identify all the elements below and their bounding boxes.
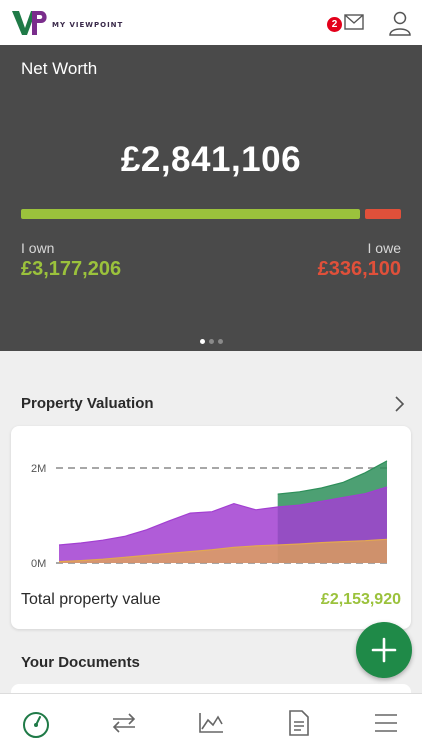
total-property-label: Total property value [21, 591, 161, 608]
owe-label: I owe [367, 240, 401, 256]
mail-count-badge: 2 [327, 17, 342, 32]
owe-value: £336,100 [317, 258, 401, 280]
chevron-right-icon[interactable] [394, 395, 406, 413]
property-valuation-card[interactable]: 2M 0M Total property value £2,153,920 [11, 426, 411, 629]
nav-dashboard[interactable] [21, 708, 51, 738]
own-value: £3,177,206 [21, 258, 122, 280]
net-worth-title: Net Worth [21, 59, 98, 78]
y-tick-label: 0M [31, 558, 46, 570]
own-bar [21, 209, 360, 219]
owe-bar [365, 209, 401, 219]
own-label: I own [21, 240, 55, 256]
nav-chart[interactable] [196, 708, 226, 738]
chart-series-group [58, 460, 388, 563]
nav-transfer[interactable] [109, 708, 139, 738]
logo[interactable]: MY VIEWPOINT [10, 8, 123, 38]
bottom-navigation [0, 693, 422, 750]
carousel-dot[interactable] [217, 339, 223, 344]
your-documents-title: Your Documents [21, 654, 140, 671]
top-bar: MY VIEWPOINT 2 [0, 0, 422, 45]
add-button[interactable] [356, 622, 412, 678]
carousel-dots[interactable] [0, 339, 422, 344]
y-tick-label: 2M [31, 463, 46, 475]
net-worth-panel[interactable]: Net Worth £2,841,106 I own £3,177,206 I … [0, 45, 422, 351]
total-property-value: £2,153,920 [320, 591, 401, 608]
carousel-dot[interactable] [208, 339, 214, 344]
carousel-dot[interactable] [199, 339, 205, 344]
dashboard-icon [23, 712, 49, 738]
plus-icon [371, 637, 397, 663]
profile-icon[interactable] [388, 10, 412, 36]
transfer-icon [112, 713, 136, 733]
mail-button[interactable]: 2 [326, 12, 366, 34]
property-valuation-title: Property Valuation [21, 395, 154, 412]
nav-documents[interactable] [284, 708, 314, 738]
property-chart: 2M 0M [31, 460, 391, 570]
logo-text: MY VIEWPOINT [52, 21, 124, 29]
nav-menu[interactable] [371, 708, 401, 738]
mail-icon [344, 14, 364, 30]
logo-mark-icon [12, 11, 47, 35]
document-icon [289, 710, 309, 736]
chart-icon [199, 713, 223, 733]
menu-icon [375, 714, 397, 732]
net-worth-total: £2,841,106 [120, 140, 302, 179]
